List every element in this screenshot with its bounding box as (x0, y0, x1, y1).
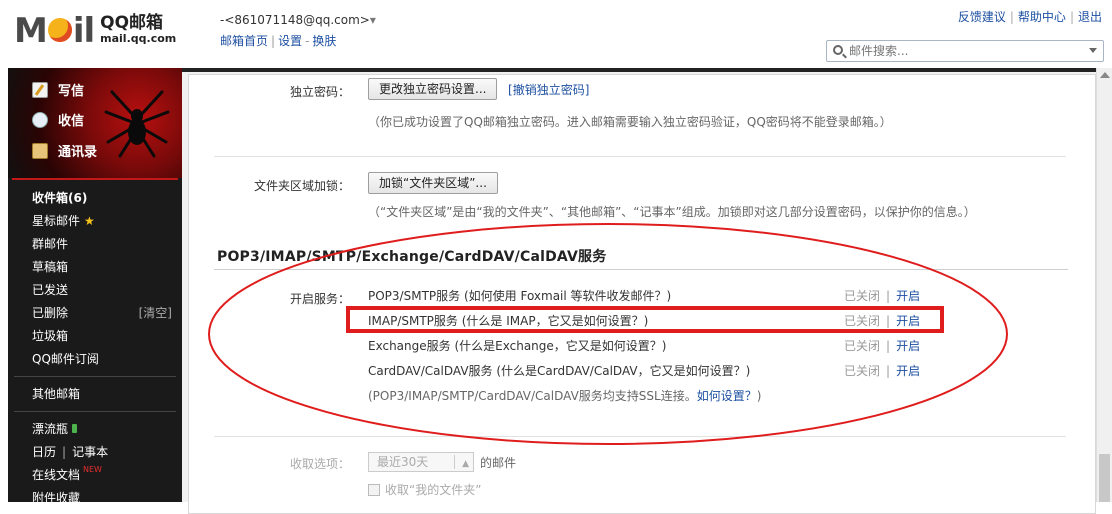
receive-icon (32, 111, 48, 128)
independent-password-hint: （你已成功设置了QQ邮箱独立密码。进入邮箱需要输入独立密码验证，QQ密码将不能登… (368, 115, 892, 129)
section-divider (214, 269, 1068, 270)
service-name: Exchange服务 (368, 339, 451, 353)
lock-folder-area-button[interactable]: 加锁“文件夹区域”... (368, 172, 498, 194)
scroll-thumb[interactable] (1099, 454, 1110, 502)
receive-button[interactable]: 收信 (32, 110, 84, 129)
service-status-exchange: 已关闭 | 开启 (844, 339, 921, 353)
sidebar-item-other-mailboxes[interactable]: 其他邮箱 (8, 382, 182, 405)
sidebar-item-group[interactable]: 群邮件 (8, 232, 182, 255)
enable-exchange-button[interactable]: 开启 (896, 339, 920, 353)
enable-services-label: 开启服务： (289, 292, 350, 306)
folder-lock-hint: （“文件夹区域”是由“我的文件夹”、“其他邮箱”、“记事本”组成。加锁即对这几部… (368, 205, 976, 219)
service-help-link[interactable]: (什么是Exchange，它又是如何设置？) (454, 339, 666, 353)
settings-link[interactable]: 设置 (278, 34, 302, 48)
brand-cn: QQ邮箱 (100, 13, 164, 33)
ssl-setup-link[interactable]: 如何设置？ (697, 389, 757, 403)
receive-label: 收信 (58, 114, 85, 129)
receive-range-select[interactable]: 最近30天 ▲ (368, 452, 474, 472)
change-independent-password-button[interactable]: 更改独立密码设置... (368, 78, 498, 100)
revoke-independent-password-link[interactable]: [撤销独立密码] (508, 81, 589, 98)
mailbox-home-link[interactable]: 邮箱首页 (220, 34, 268, 48)
service-help-link[interactable]: (什么是CardDAV/CalDAV，它又是如何设置？) (496, 364, 750, 378)
sidebar-item-starred[interactable]: 星标邮件 ★ (8, 209, 182, 232)
mail-search-input[interactable] (849, 43, 1079, 59)
account-info: -<861071148@qq.com>▾ 邮箱首页 | 设置 - 换肤 (220, 13, 376, 49)
contacts-icon (32, 142, 48, 159)
nav-divider (14, 411, 176, 412)
service-name: POP3/SMTP服务 (368, 289, 461, 303)
sidebar-item-spam[interactable]: 垃圾箱 (8, 324, 182, 347)
logo-wordmark: Mil (14, 11, 95, 51)
star-icon: ★ (84, 213, 95, 228)
sidebar-item-attachments[interactable]: 附件收藏 (8, 486, 182, 509)
compose-label: 写信 (58, 84, 85, 99)
qq-mail-logo[interactable]: Mil QQ邮箱 mail.qq.com (14, 10, 176, 52)
row-divider (214, 156, 1066, 157)
compose-button[interactable]: 写信 (32, 80, 84, 99)
logout-link[interactable]: 退出 (1078, 10, 1102, 24)
enable-carddav-button[interactable]: 开启 (896, 364, 920, 378)
sidebar-item-subscriptions[interactable]: QQ邮件订阅 (8, 347, 182, 370)
services-section-title: POP3/IMAP/SMTP/Exchange/CardDAV/CalDAV服务 (217, 249, 607, 265)
row-divider (214, 436, 1066, 437)
sidebar-item-sent[interactable]: 已发送 (8, 278, 182, 301)
ssl-footnote: (POP3/IMAP/SMTP/CardDAV/CalDAV服务均支持SSL连接… (368, 389, 762, 403)
receive-my-folders-option[interactable]: 收取“我的文件夹” (368, 481, 481, 498)
service-status-pop3: 已关闭 | 开启 (844, 289, 921, 303)
notes-link[interactable]: 记事本 (72, 443, 108, 460)
bottle-icon (72, 424, 78, 433)
calendar-link[interactable]: 日历 (32, 443, 56, 460)
sidebar-item-online-docs[interactable]: 在线文档 NEW (8, 463, 182, 486)
top-right-links: 反馈建议 | 帮助中心 | 退出 (957, 10, 1102, 24)
receive-my-folders-checkbox[interactable] (368, 483, 380, 496)
spider-skin-icon (104, 90, 170, 158)
sidebar-skin-banner: 写信 收信 通讯录 (8, 68, 182, 178)
enable-pop3-button[interactable]: 开启 (896, 289, 920, 303)
account-address-row[interactable]: -<861071148@qq.com>▾ (220, 13, 376, 27)
help-center-link[interactable]: 帮助中心 (1018, 10, 1066, 24)
feedback-link[interactable]: 反馈建议 (958, 10, 1006, 24)
content-top-border (182, 68, 1112, 72)
folder-list: 收件箱(6) 星标邮件 ★ 群邮件 草稿箱 已发送 已删除 [清空] 垃圾箱 QQ邮… (8, 180, 182, 509)
search-icon[interactable] (833, 45, 843, 55)
compose-icon (32, 81, 48, 98)
brand-en: mail.qq.com (100, 32, 177, 45)
search-dropdown-icon[interactable] (1089, 48, 1097, 53)
independent-password-label: 独立密码： (289, 85, 350, 99)
account-caret-icon: ▾ (369, 13, 376, 27)
sidebar-item-deleted[interactable]: 已删除 [清空] (8, 301, 182, 324)
annotation-highlight-box (346, 306, 944, 333)
new-badge: NEW (83, 465, 102, 474)
account-links: 邮箱首页 | 设置 - 换肤 (220, 34, 337, 48)
sidebar-item-drafts[interactable]: 草稿箱 (8, 255, 182, 278)
receive-range-suffix: 的邮件 (480, 456, 517, 470)
scroll-up-icon[interactable] (1100, 72, 1110, 78)
select-arrows-icon: ▲ (462, 459, 469, 469)
header: Mil QQ邮箱 mail.qq.com -<861071148@qq.com>… (0, 0, 1112, 68)
skin-link[interactable]: 换肤 (312, 34, 336, 48)
account-address: -<861071148@qq.com> (220, 13, 370, 27)
sidebar-item-calendar-notes: 日历 | 记事本 (32, 443, 109, 460)
contacts-label: 通讯录 (58, 145, 98, 160)
content-scrollbar[interactable] (1096, 68, 1112, 502)
nav-divider (14, 376, 176, 377)
logo-brand: QQ邮箱 mail.qq.com (100, 15, 176, 47)
receive-options-label: 收取选项： (289, 457, 350, 471)
service-status-carddav: 已关闭 | 开启 (844, 364, 921, 378)
clear-deleted-link[interactable]: [清空] (139, 304, 172, 321)
left-sidebar: 写信 收信 通讯录 收件箱(6) 星标邮件 ★ 群邮件 草稿箱 已发送 已删除 [清… (8, 68, 182, 505)
logo-o-icon (47, 17, 72, 42)
mail-search-box[interactable] (826, 40, 1104, 62)
folder-lock-label: 文件夹区域加锁： (253, 179, 350, 193)
sidebar-item-inbox[interactable]: 收件箱(6) (8, 186, 182, 209)
service-help-link[interactable]: (如何使用 Foxmail 等软件收发邮件？) (464, 289, 671, 303)
contacts-button[interactable]: 通讯录 (32, 141, 97, 160)
sidebar-item-drift-bottle[interactable]: 漂流瓶 (8, 417, 182, 440)
service-name: CardDAV/CalDAV服务 (368, 364, 493, 378)
